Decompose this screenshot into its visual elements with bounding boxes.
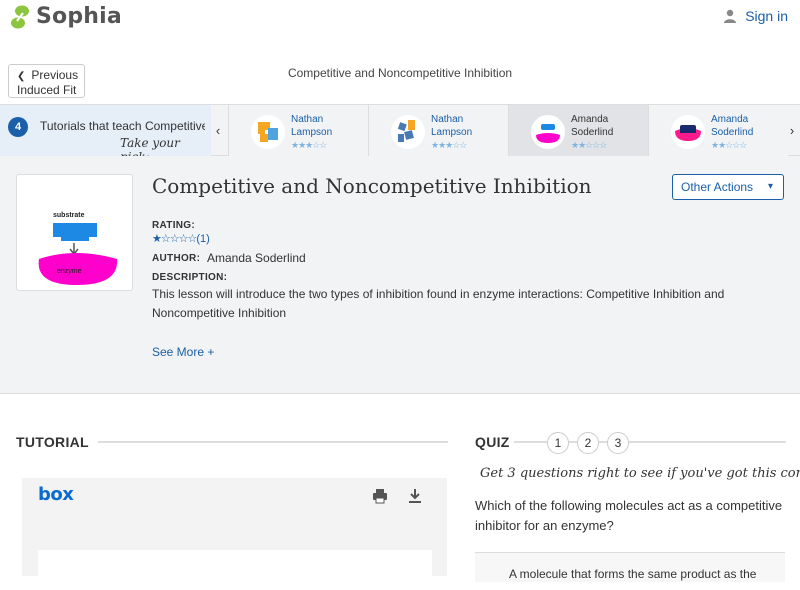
tutorial-card-selected[interactable]: Amanda Soderlind ★★☆☆☆ — [508, 105, 648, 157]
tutorials-strip-label: Tutorials that teach Competitive — [40, 119, 205, 133]
author-name[interactable]: Amanda Soderlind — [207, 251, 306, 265]
rating-label: RATING: — [152, 220, 196, 231]
box-logo: box — [38, 484, 74, 505]
tutorial-card[interactable]: Nathan Lampson ★★★☆☆ — [228, 105, 368, 157]
tutorial-author: Nathan — [291, 114, 324, 125]
lesson-rating: ★☆☆☆☆(1) — [152, 232, 210, 245]
previous-lesson-button[interactable]: ❮ Previous Induced Fit — [8, 64, 85, 98]
tutorial-author: Soderlind — [711, 127, 754, 138]
print-icon[interactable] — [372, 488, 388, 509]
see-more-link[interactable]: See More + — [152, 345, 214, 359]
tutorial-heading: TUTORIAL — [16, 434, 89, 450]
quiz-heading: QUIZ — [475, 434, 510, 450]
tutorial-author: Nathan — [431, 114, 464, 125]
tutorial-rating-stars: ★★☆☆☆ — [711, 140, 747, 150]
sophia-logo[interactable]: Sophia — [10, 4, 122, 29]
thumb-enzyme-label: enzyme — [57, 268, 82, 275]
tutorial-author: Soderlind — [571, 127, 614, 138]
tutorial-divider — [98, 441, 448, 443]
tutorial-author: Lampson — [431, 127, 473, 138]
rating-count[interactable]: (1) — [196, 233, 209, 245]
tutorial-card[interactable]: Nathan Lampson ★★★☆☆ — [368, 105, 508, 157]
quiz-question: Which of the following molecules act as … — [475, 498, 783, 533]
tutorial-avatar — [671, 115, 705, 149]
page-title: Competitive and Noncompetitive Inhibitio… — [287, 66, 513, 80]
quiz-step: 2 — [577, 432, 599, 454]
previous-lesson-title: Induced Fit — [17, 83, 77, 97]
sign-in-label: Sign in — [745, 8, 788, 24]
download-icon[interactable] — [408, 488, 422, 509]
quiz-step: 1 — [547, 432, 569, 454]
description-label: DESCRIPTION: — [152, 272, 228, 283]
user-icon — [724, 9, 737, 23]
tutorial-count-badge: 4 — [8, 117, 28, 137]
document-page — [38, 550, 432, 590]
tutorial-rating-stars: ★★★☆☆ — [431, 140, 467, 150]
tutorial-author: Amanda — [711, 114, 749, 125]
previous-label: Previous — [31, 68, 79, 82]
carousel-next-arrow[interactable]: › — [786, 121, 798, 141]
chevron-left-icon: ❮ — [17, 71, 26, 82]
quiz-step: 3 — [607, 432, 629, 454]
thumb-substrate-label: substrate — [53, 212, 85, 219]
lesson-info-panel: substrate enzyme Competitive and Noncomp… — [0, 156, 800, 394]
logo-text: Sophia — [36, 4, 122, 29]
sign-in-link[interactable]: Sign in — [723, 8, 788, 24]
tutorials-strip-header: 4 Tutorials that teach Competitive Take … — [0, 105, 211, 164]
rating-stars: ★☆☆☆☆ — [152, 233, 197, 245]
chevron-down-icon: ▾ — [767, 181, 773, 192]
sophia-logo-icon — [10, 5, 30, 29]
tutorial-author: Lampson — [291, 127, 333, 138]
other-actions-dropdown[interactable]: Other Actions ▾ — [672, 174, 784, 200]
other-actions-label: Other Actions — [681, 180, 754, 194]
quiz-hint: Get 3 questions right to see if you've g… — [480, 466, 800, 481]
tutorials-carousel: 4 Tutorials that teach Competitive Take … — [0, 104, 800, 164]
tutorial-rating-stars: ★★★☆☆ — [291, 140, 327, 150]
top-bar: Sophia Sign in — [0, 0, 800, 60]
lesson-description: This lesson will introduce the two types… — [152, 287, 725, 320]
lesson-nav-bar: ❮ Previous Induced Fit Competitive and No… — [0, 60, 800, 104]
author-label: AUTHOR: — [152, 253, 201, 264]
tutorial-author: Amanda — [571, 114, 609, 125]
tutorial-rating-stars: ★★☆☆☆ — [571, 140, 607, 150]
tutorial-avatar — [391, 115, 425, 149]
box-document-viewer: box — [22, 478, 447, 590]
lesson-thumbnail: substrate enzyme — [16, 174, 133, 291]
lesson-title: Competitive and Noncompetitive Inhibitio… — [152, 174, 592, 198]
carousel-prev-arrow[interactable]: ‹ — [212, 121, 224, 141]
tutorial-card[interactable]: Amanda Soderlind ★★☆☆☆ — [648, 105, 788, 157]
tutorial-avatar — [251, 115, 285, 149]
quiz-answer-option[interactable]: A molecule that forms the same product a… — [475, 552, 785, 582]
tutorial-avatar — [531, 115, 565, 149]
